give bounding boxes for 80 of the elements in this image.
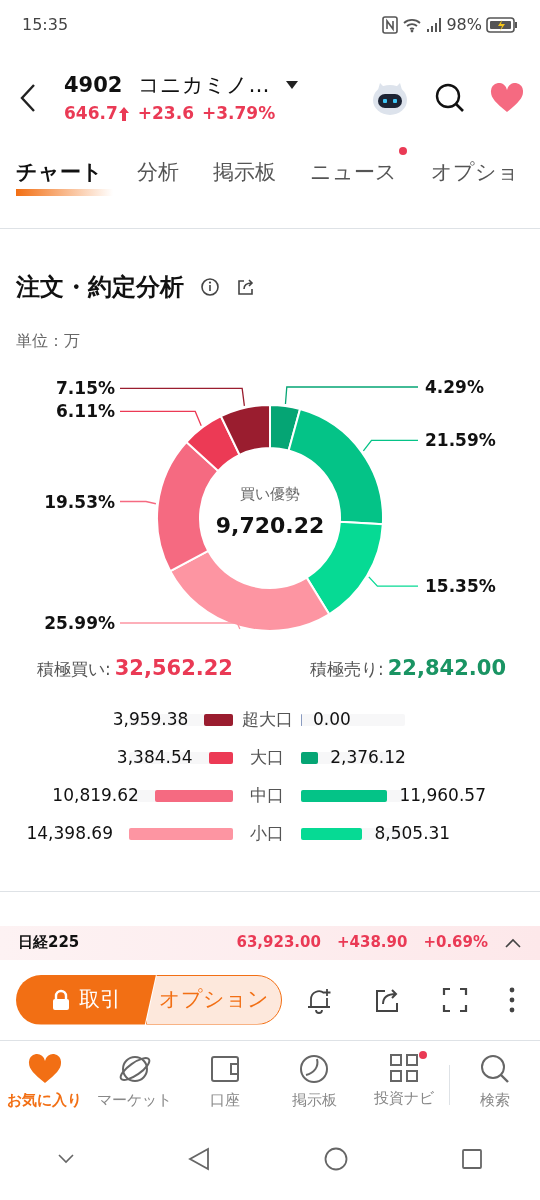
sell-amount: 0.00	[313, 707, 351, 731]
tab[interactable]: オプショ	[431, 146, 529, 196]
size-label: 超大口	[240, 707, 294, 731]
signal-icon	[426, 17, 443, 33]
sell-amount: 8,505.31	[374, 821, 451, 845]
price-change: +23.6	[137, 102, 194, 125]
sell-amount: 2,376.12	[330, 745, 406, 769]
recents-square-icon[interactable]	[461, 1147, 484, 1170]
buy-amount: 14,398.69	[26, 821, 113, 845]
search-icon[interactable]	[434, 82, 466, 114]
percent-label: 19.53%	[44, 491, 115, 512]
index-value: 63,923.00	[236, 932, 321, 954]
nav-label: 掲示板	[291, 1089, 337, 1111]
chevron-down-icon[interactable]	[56, 1152, 75, 1165]
buy-amount: 3,384.54	[116, 745, 193, 769]
percent-label: 15.35%	[425, 576, 496, 597]
heart-icon	[27, 1052, 62, 1085]
more-icon[interactable]	[508, 985, 516, 1014]
nav-label: マーケット	[97, 1089, 173, 1111]
stock-name: コニカミノ…	[138, 71, 270, 99]
sell-amount: 11,960.57	[399, 783, 486, 807]
nav-label: お気に入り	[7, 1089, 83, 1111]
nav-tab[interactable]: 掲示板	[269, 1052, 360, 1111]
size-label: 小口	[249, 821, 285, 845]
collapse-caret-icon[interactable]	[504, 936, 522, 949]
tab[interactable]: 掲示板	[213, 146, 286, 196]
nav-tab[interactable]: 検索	[450, 1052, 540, 1111]
heart-icon[interactable]	[490, 83, 524, 113]
leader-line	[368, 576, 419, 587]
circle-icon	[298, 1052, 331, 1085]
dropdown-caret-icon[interactable]	[285, 80, 300, 91]
back-triangle-icon[interactable]	[188, 1146, 211, 1171]
info-icon[interactable]	[200, 277, 220, 297]
center-label: 買い優勢	[240, 485, 300, 503]
status-time: 15:35	[22, 14, 69, 36]
fullscreen-icon[interactable]	[442, 986, 468, 1013]
battery-icon	[486, 17, 518, 33]
trade-button[interactable]: 取引	[16, 974, 156, 1025]
index-change: +438.90	[336, 932, 408, 954]
section-title: 注文・約定分析	[16, 272, 184, 303]
percent-label: 25.99%	[44, 613, 115, 633]
sell-total-label: 積極売り:	[310, 658, 384, 681]
percent-label: 7.15%	[56, 378, 115, 399]
buy-total-label: 積極買い:	[37, 658, 111, 681]
nav-tab[interactable]: お気に入り	[0, 1052, 90, 1111]
share-icon[interactable]	[236, 277, 256, 297]
sell-total-value: 22,842.00	[387, 655, 506, 682]
wifi-icon	[402, 17, 423, 33]
nfc-icon	[382, 16, 399, 34]
stock-price: 646.7	[64, 102, 118, 125]
lock-icon	[51, 988, 71, 1011]
nav-tab[interactable]: マーケット	[89, 1052, 180, 1111]
nav-label: 口座	[209, 1089, 240, 1111]
center-value: 9,720.22	[215, 513, 325, 538]
buy-amount: 3,959.38	[112, 707, 189, 731]
leader-line	[362, 439, 419, 452]
nav-label: 投資ナビ	[374, 1087, 435, 1109]
index-name: 日経225	[18, 932, 81, 954]
size-label: 中口	[249, 783, 285, 807]
buy-amount: 10,819.62	[52, 783, 139, 807]
option-button[interactable]: オプション	[146, 974, 282, 1025]
percent-label: 21.59%	[425, 430, 496, 451]
price-change-percent: +3.79%	[202, 102, 276, 125]
size-label: 大口	[249, 745, 285, 769]
grid-icon	[389, 1052, 420, 1083]
stock-code: 4902	[64, 71, 123, 99]
unit-label: 単位：万	[15, 330, 81, 352]
buy-total-value: 32,562.22	[114, 655, 233, 682]
index-change-percent: +0.69%	[423, 932, 488, 954]
home-circle-icon[interactable]	[323, 1146, 348, 1171]
tab[interactable]: ニュース	[310, 146, 407, 196]
battery-percent: 98%	[446, 14, 482, 36]
tab[interactable]: 分析	[137, 146, 189, 196]
nav-label: 検索	[480, 1089, 511, 1111]
percent-label: 4.29%	[425, 377, 484, 397]
up-arrow-icon	[117, 105, 130, 122]
nav-tab[interactable]: 投資ナビ	[359, 1052, 450, 1109]
percent-label: 6.11%	[56, 401, 115, 422]
nav-tab[interactable]: 口座	[179, 1052, 270, 1111]
leader-line	[119, 500, 157, 505]
